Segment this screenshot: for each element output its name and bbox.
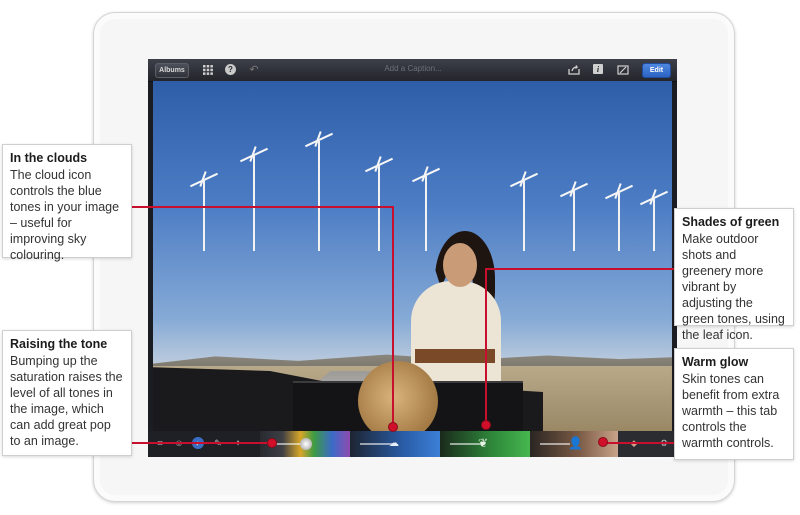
- person-icon[interactable]: 👤: [568, 436, 583, 450]
- wind-turbine: [573, 191, 575, 251]
- wind-turbine: [618, 193, 620, 251]
- warm-marker-dot: [598, 437, 608, 447]
- crop-icon[interactable]: [616, 63, 629, 76]
- top-toolbar: Albums ? ↶ Add a Caption... i Edit: [148, 59, 677, 82]
- model-belt: [415, 349, 495, 363]
- help-icon[interactable]: ?: [225, 64, 236, 75]
- undo-icon[interactable]: ↶: [248, 63, 260, 76]
- wind-turbine: [378, 166, 380, 251]
- saturation-knob[interactable]: [300, 438, 312, 450]
- green-track: [450, 443, 480, 445]
- callout-body: Bumping up the saturation raises the lev…: [10, 354, 123, 448]
- callout-title: In the clouds: [10, 151, 88, 165]
- callout-in-the-clouds: In the clouds The cloud icon controls th…: [2, 144, 132, 262]
- model-face: [443, 243, 477, 287]
- callout-body: Skin tones can benefit from extra warmth…: [682, 372, 780, 450]
- caption-field[interactable]: Add a Caption...: [348, 64, 478, 73]
- callout-body: The cloud icon controls the blue tones i…: [10, 168, 120, 262]
- albums-button[interactable]: Albums: [155, 63, 189, 78]
- callout-shades-of-green: Shades of green Make outdoor shots and g…: [674, 208, 794, 342]
- green-connector-v: [485, 268, 487, 423]
- wind-turbine: [425, 176, 427, 251]
- tone-marker-dot: [267, 438, 277, 448]
- straw-hat: [358, 361, 438, 431]
- wind-turbine: [253, 156, 255, 251]
- info-icon[interactable]: i: [593, 64, 603, 74]
- green-marker-dot: [481, 420, 491, 430]
- photo-preview: [153, 81, 672, 431]
- warmth-track: [540, 443, 570, 445]
- wind-turbine: [318, 141, 320, 251]
- edit-button[interactable]: Edit: [642, 63, 671, 78]
- callout-body: Make outdoor shots and greenery more vib…: [682, 232, 785, 342]
- tone-connector: [132, 442, 272, 444]
- app-screen: Albums ? ↶ Add a Caption... i Edit ☁ ❦ 👤: [148, 59, 677, 457]
- wind-turbine: [523, 181, 525, 251]
- leaf-icon[interactable]: ❦: [478, 436, 488, 450]
- green-connector-h: [486, 268, 676, 270]
- share-icon[interactable]: [567, 63, 580, 76]
- green-slider[interactable]: ❦: [440, 431, 530, 457]
- clouds-connector-h: [132, 206, 394, 208]
- grid-icon[interactable]: [202, 63, 214, 76]
- wind-turbine: [203, 181, 205, 251]
- warm-connector: [604, 442, 674, 444]
- callout-title: Warm glow: [682, 355, 749, 369]
- callout-title: Shades of green: [682, 215, 780, 229]
- callout-warm-glow: Warm glow Skin tones can benefit from ex…: [674, 348, 794, 460]
- clouds-marker-dot: [388, 422, 398, 432]
- blue-sky-slider[interactable]: ☁: [350, 431, 440, 457]
- wind-turbine: [653, 199, 655, 251]
- extra-tools: ◆ ⚙: [618, 431, 677, 457]
- cloud-icon[interactable]: ☁: [388, 437, 400, 449]
- callout-raising-the-tone: Raising the tone Bumping up the saturati…: [2, 330, 132, 456]
- callout-title: Raising the tone: [10, 337, 108, 351]
- clouds-connector-v: [392, 206, 394, 426]
